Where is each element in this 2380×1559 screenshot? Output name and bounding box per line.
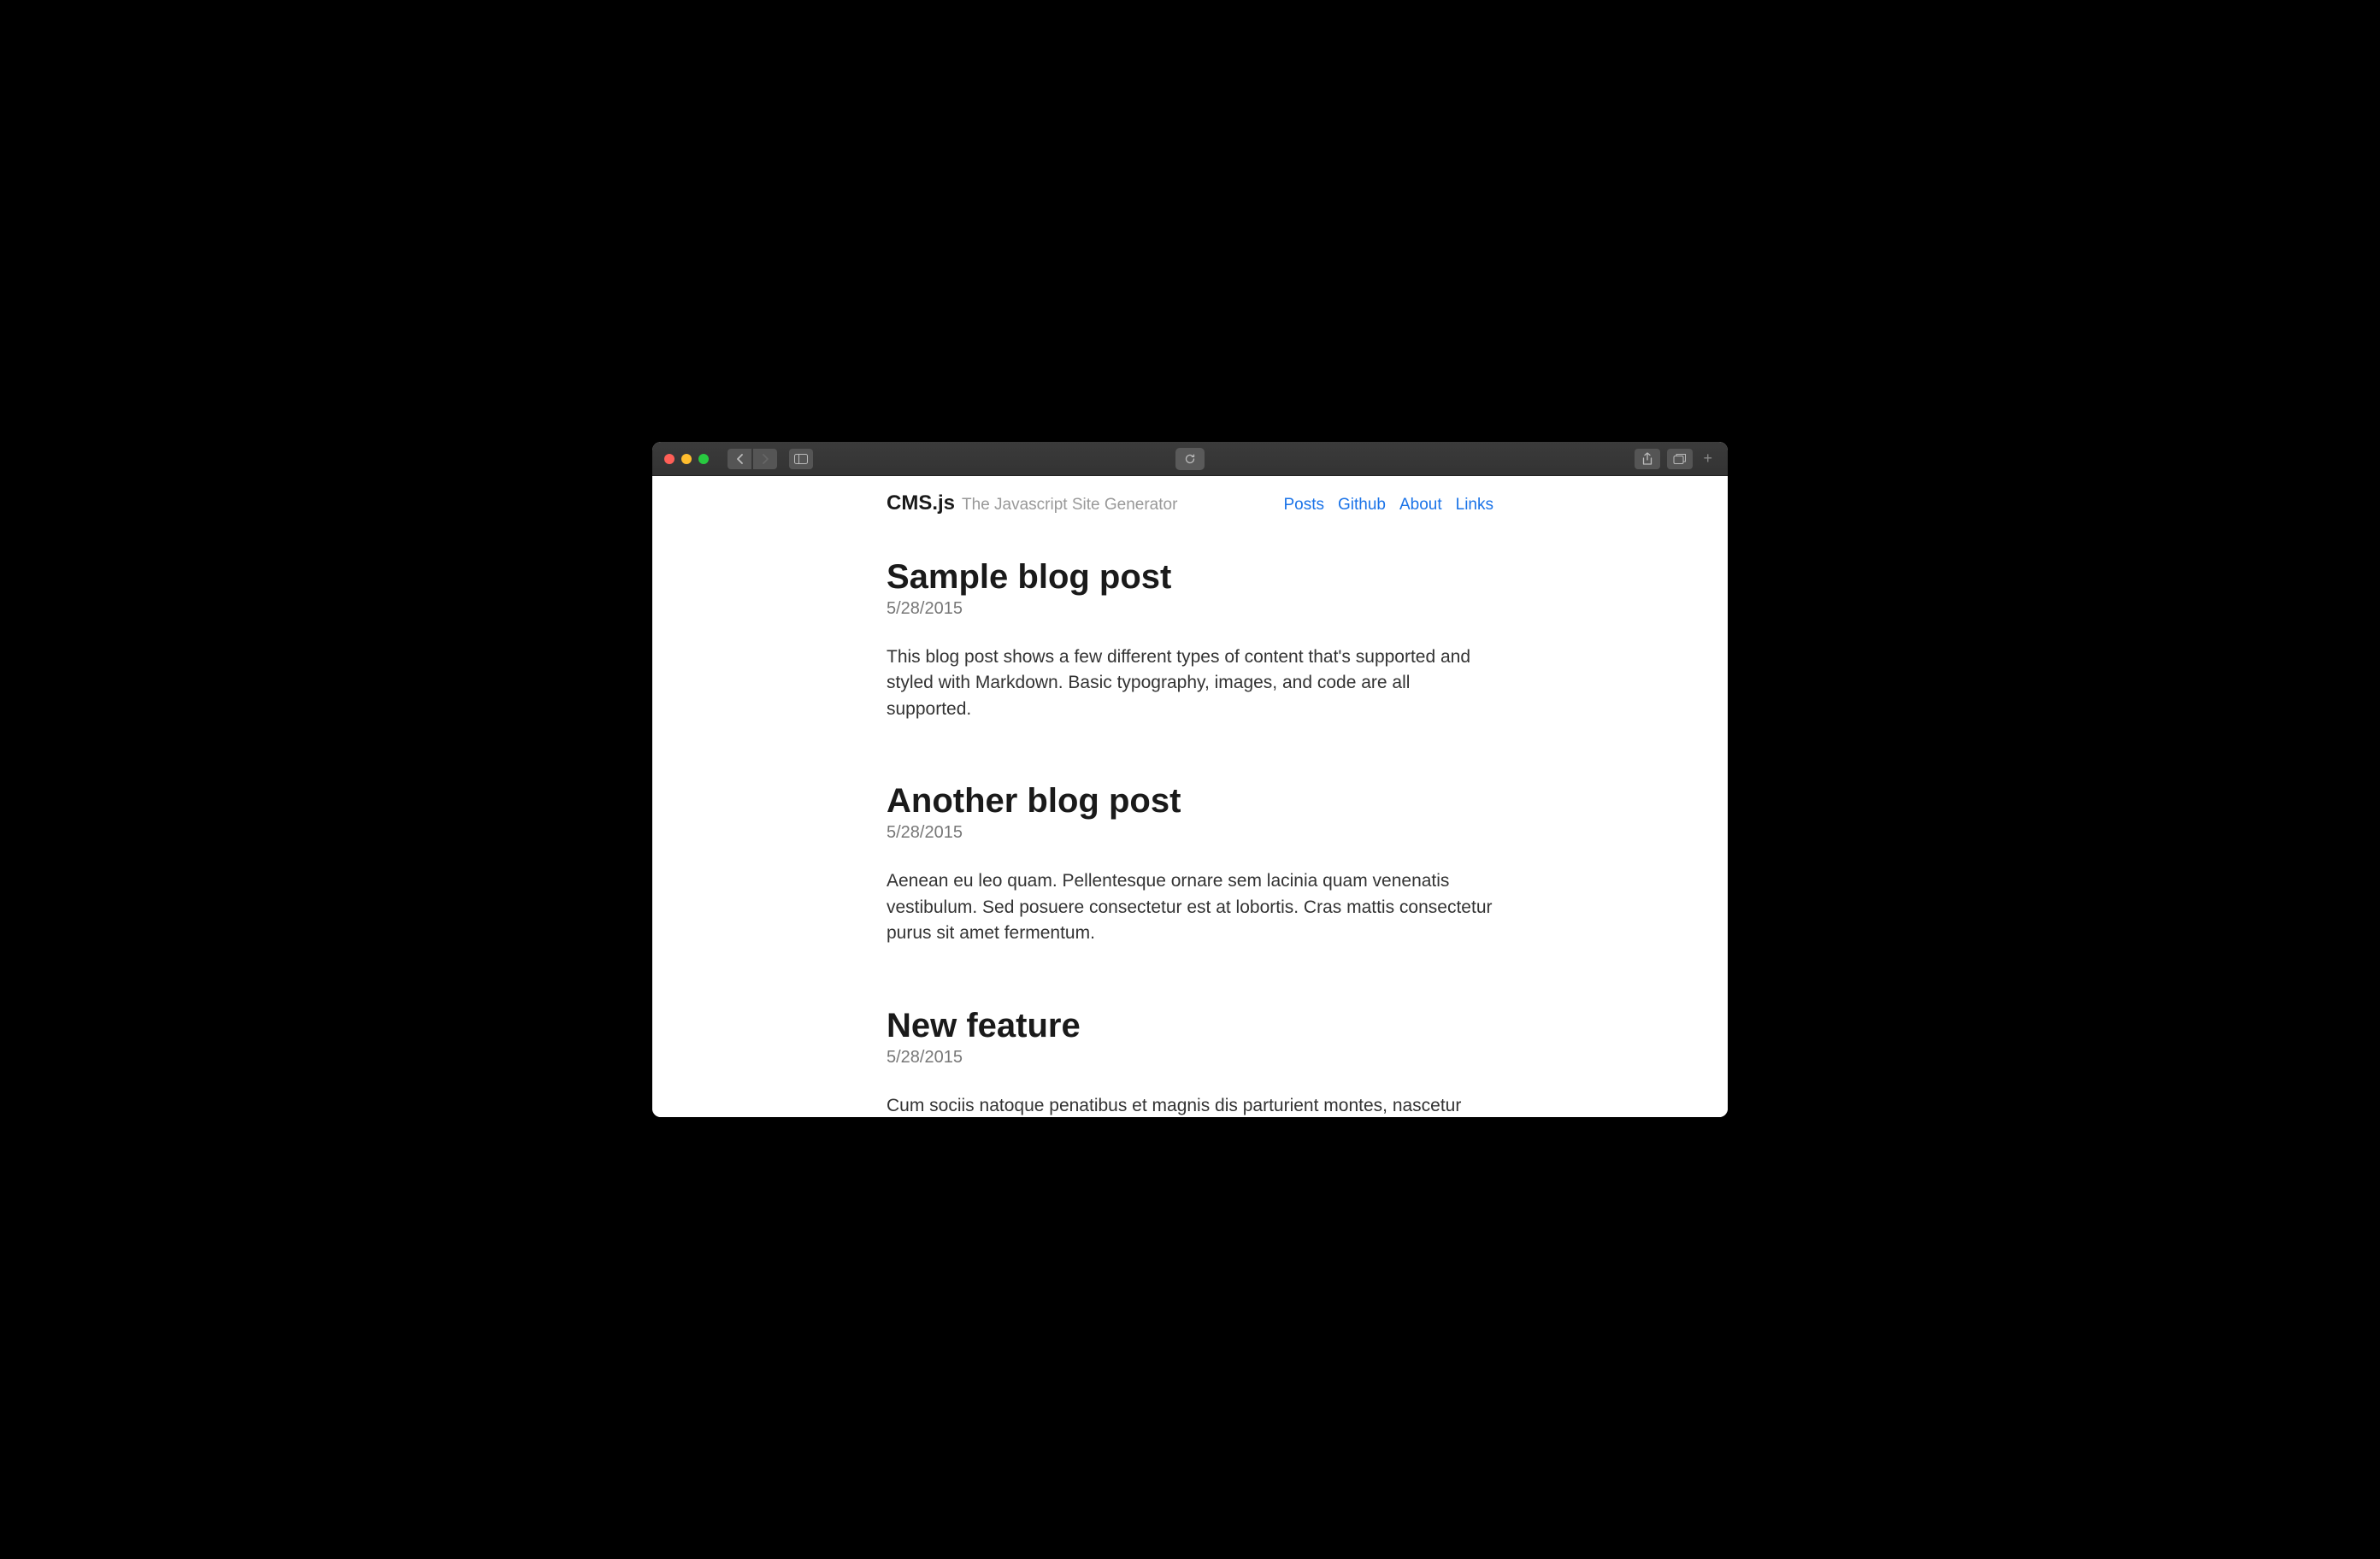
nav-link-links[interactable]: Links — [1456, 496, 1493, 515]
post: Sample blog post 5/28/2015 This blog pos… — [887, 558, 1493, 722]
post-date: 5/28/2015 — [887, 599, 1493, 619]
nav-link-github[interactable]: Github — [1338, 496, 1386, 515]
nav-buttons — [728, 449, 777, 469]
brand-subtitle: The Javascript Site Generator — [962, 496, 1177, 515]
reload-icon[interactable] — [1184, 453, 1196, 465]
post: Another blog post 5/28/2015 Aenean eu le… — [887, 782, 1493, 946]
sidebar-icon — [794, 454, 808, 464]
post-body: Aenean eu leo quam. Pellentesque ornare … — [887, 868, 1493, 946]
post-title[interactable]: New feature — [887, 1007, 1493, 1044]
minimize-window-button[interactable] — [681, 454, 692, 464]
plus-icon: + — [1703, 450, 1712, 467]
site-header: CMS.js The Javascript Site Generator Pos… — [887, 491, 1493, 515]
chevron-left-icon — [736, 454, 744, 464]
new-tab-button[interactable]: + — [1700, 450, 1716, 468]
post: New feature 5/28/2015 Cum sociis natoque… — [887, 1007, 1493, 1117]
sidebar-toggle-button[interactable] — [789, 449, 813, 469]
page-container: CMS.js The Javascript Site Generator Pos… — [887, 476, 1493, 1117]
address-bar[interactable] — [1175, 448, 1205, 470]
tabs-button[interactable] — [1667, 449, 1693, 469]
brand-title: CMS.js — [887, 491, 955, 515]
maximize-window-button[interactable] — [698, 454, 709, 464]
forward-button[interactable] — [753, 449, 777, 469]
post-title[interactable]: Sample blog post — [887, 558, 1493, 596]
nav-link-posts[interactable]: Posts — [1283, 496, 1324, 515]
back-button[interactable] — [728, 449, 751, 469]
chevron-right-icon — [762, 454, 769, 464]
browser-window: + CMS.js The Javascript Site Generator P… — [652, 442, 1728, 1117]
nav-link-about[interactable]: About — [1399, 496, 1442, 515]
post-date: 5/28/2015 — [887, 1048, 1493, 1068]
tabs-icon — [1673, 453, 1687, 465]
close-window-button[interactable] — [664, 454, 675, 464]
toolbar-right: + — [1635, 449, 1716, 469]
share-button[interactable] — [1635, 449, 1660, 469]
brand: CMS.js The Javascript Site Generator — [887, 491, 1177, 515]
window-controls — [664, 454, 709, 464]
post-date: 5/28/2015 — [887, 823, 1493, 843]
post-body: This blog post shows a few different typ… — [887, 644, 1493, 722]
share-icon — [1641, 452, 1653, 466]
post-body: Cum sociis natoque penatibus et magnis d… — [887, 1093, 1493, 1117]
nav: Posts Github About Links — [1283, 496, 1493, 515]
titlebar: + — [652, 442, 1728, 476]
page-content: CMS.js The Javascript Site Generator Pos… — [652, 476, 1728, 1117]
post-title[interactable]: Another blog post — [887, 782, 1493, 820]
